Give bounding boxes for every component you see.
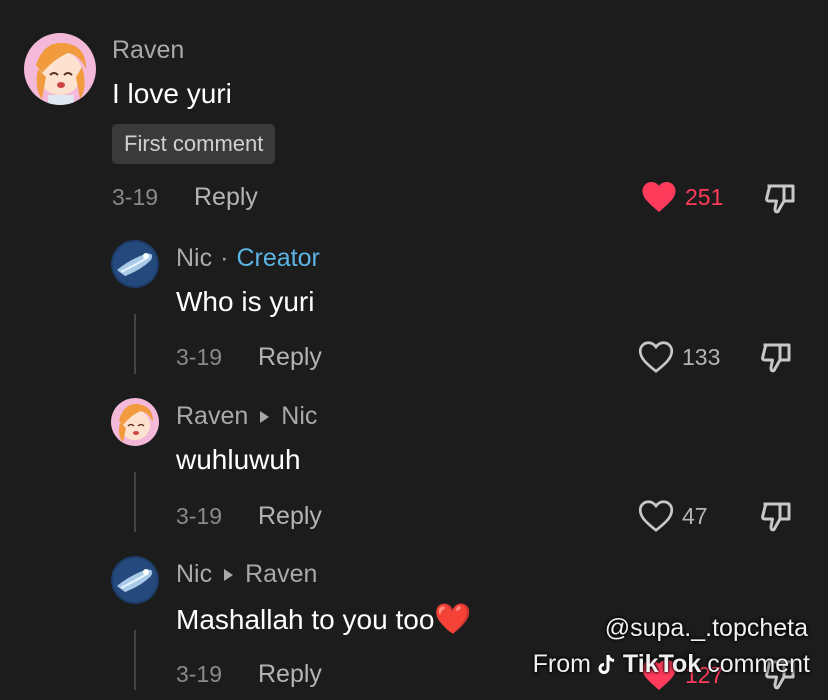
watermark-from-label: From (532, 650, 591, 678)
reply-button[interactable]: Reply (258, 660, 322, 689)
avatar-nic[interactable] (111, 240, 159, 288)
like-count: 251 (685, 183, 724, 210)
avatar-raven[interactable] (111, 398, 159, 446)
author-name[interactable]: Raven (176, 402, 248, 431)
comment-text: wuhluwuh (176, 444, 301, 475)
avatar-raven[interactable] (24, 33, 96, 105)
watermark-brand: TikTok (622, 650, 702, 678)
like-count: 47 (682, 502, 708, 529)
comment-date: 3-19 (112, 184, 159, 210)
reply-to-name[interactable]: Raven (245, 560, 317, 589)
comment-meta: 3-19 Reply (176, 660, 322, 689)
reply-button[interactable]: Reply (194, 183, 258, 212)
heart-outline-icon (638, 500, 674, 532)
tiktok-note-icon (598, 654, 615, 674)
comment-author: Nic Raven (176, 560, 317, 589)
author-name[interactable]: Nic (176, 244, 212, 273)
comment-author: Nic · Creator (176, 244, 320, 273)
heart-outline-icon (638, 341, 674, 373)
comment-date: 3-19 (176, 503, 223, 529)
avatar-nic[interactable] (111, 556, 159, 604)
heart-emoji: ❤️ (434, 603, 472, 636)
heart-filled-icon (642, 182, 676, 212)
creator-label: Creator (236, 244, 320, 272)
separator-dot: · (220, 244, 229, 272)
dislike-icon[interactable] (763, 180, 799, 216)
like-count: 133 (682, 343, 721, 370)
like-button[interactable]: 133 (638, 340, 720, 374)
thread-line (134, 472, 136, 532)
reply-to-name[interactable]: Nic (281, 402, 317, 431)
like-button[interactable]: 251 (641, 180, 723, 214)
reply-arrow-icon (224, 568, 234, 581)
watermark-handle: @supa._.topcheta (604, 614, 808, 642)
first-comment-badge: First comment (112, 124, 276, 164)
comment-author: Raven Nic (176, 402, 317, 431)
comment-text-body: Mashallah to you too (176, 604, 435, 635)
thread-line (134, 630, 136, 690)
comment-text: I love yuri (112, 78, 232, 109)
watermark-from: From TikTok comment (533, 650, 810, 679)
thread-line (134, 314, 136, 374)
comment-meta: 3-19 Reply (176, 502, 322, 531)
reply-arrow-icon (260, 410, 270, 423)
watermark-suffix: comment (707, 650, 810, 678)
author-name[interactable]: Raven (112, 36, 184, 65)
comment-date: 3-19 (176, 661, 223, 687)
author-name[interactable]: Nic (176, 560, 212, 589)
comment-text: Who is yuri (176, 286, 315, 317)
comment-meta: 3-19 Reply (176, 343, 322, 372)
reply-button[interactable]: Reply (258, 502, 322, 531)
like-button[interactable]: 47 (638, 499, 708, 533)
comment-author[interactable]: Raven (112, 36, 184, 65)
comment-text: Mashallah to you too❤️ (176, 602, 472, 637)
comment-meta: 3-19 Reply (112, 183, 258, 212)
dislike-icon[interactable] (759, 339, 795, 375)
comment-date: 3-19 (176, 344, 223, 370)
reply-button[interactable]: Reply (258, 343, 322, 372)
dislike-icon[interactable] (759, 498, 795, 534)
